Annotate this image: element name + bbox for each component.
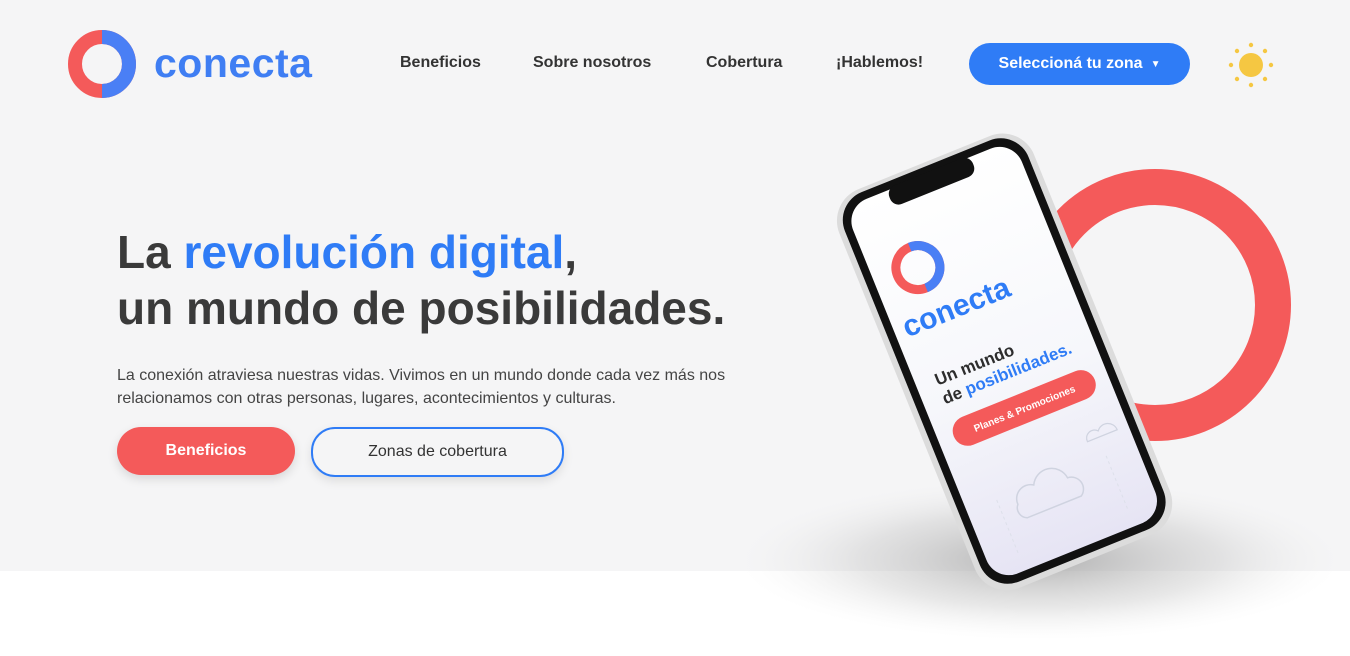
select-zone-label: Seleccioná tu zona: [998, 55, 1143, 72]
logo-wordmark[interactable]: conecta: [154, 38, 312, 88]
headline-accent: revolución digital: [183, 226, 565, 278]
logo-icon[interactable]: [66, 28, 138, 100]
hero-subtext: La conexión atraviesa nuestras vidas. Vi…: [117, 367, 726, 407]
select-zone-button[interactable]: Seleccioná tu zona ▼: [969, 43, 1190, 85]
nav-item-cobertura[interactable]: Cobertura: [706, 53, 782, 73]
phone-illustration: conecta Un mundo de posibilidades. Plane…: [740, 133, 1340, 640]
nav-item-sobre-nosotros[interactable]: Sobre nosotros: [533, 53, 651, 73]
caret-down-icon: ▼: [1150, 58, 1161, 70]
headline-comma: ,: [564, 226, 578, 278]
nav-item-hablemos[interactable]: ¡Hablemos!: [836, 53, 923, 73]
nav-item-beneficios[interactable]: Beneficios: [400, 53, 481, 73]
headline-prefix: La: [117, 226, 184, 278]
headline-line2: un mundo de posibilidades.: [117, 282, 726, 334]
benefits-button[interactable]: Beneficios: [117, 427, 295, 475]
coverage-zones-button[interactable]: Zonas de cobertura: [311, 427, 564, 477]
sun-icon[interactable]: [1226, 40, 1276, 90]
